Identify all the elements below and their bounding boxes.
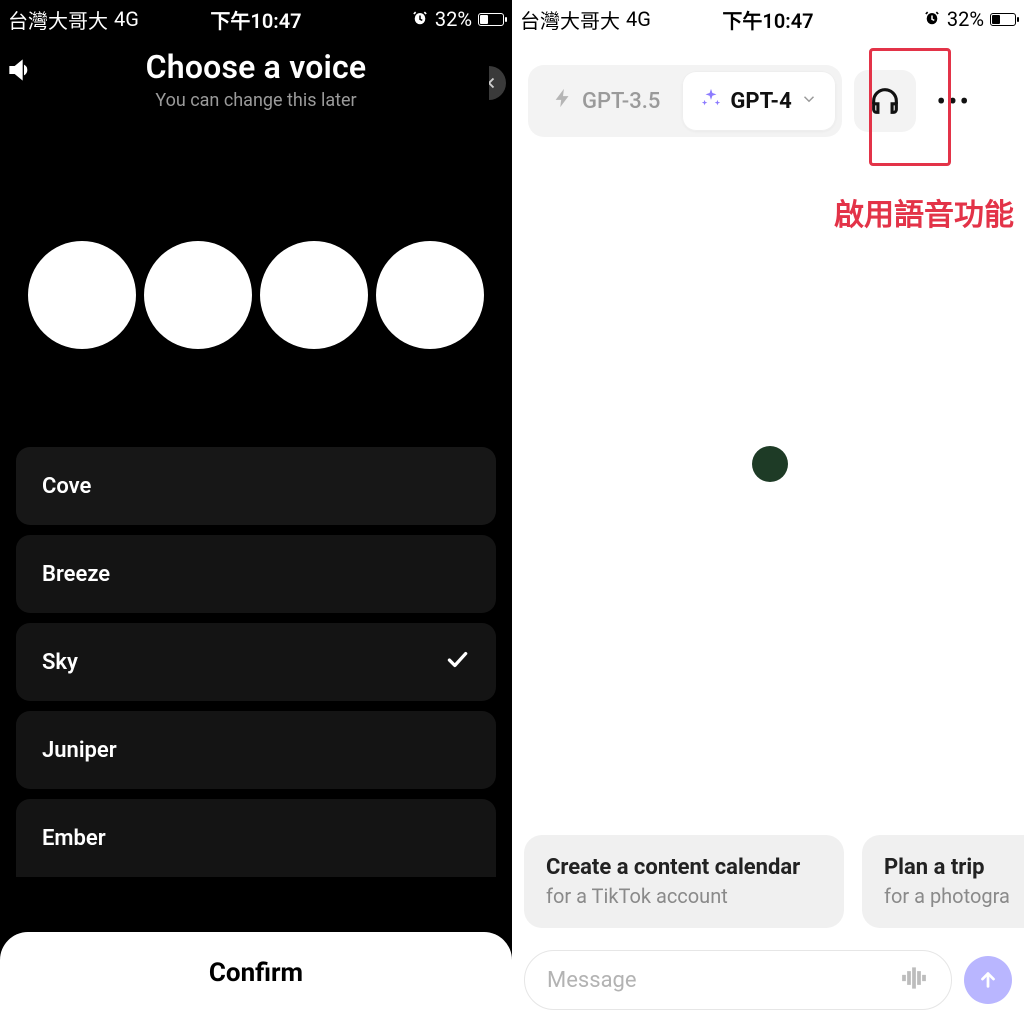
confirm-button[interactable]: Confirm: [0, 932, 512, 1024]
carrier-label: 台灣大哥大: [520, 5, 620, 34]
suggestion-sub: for a TikTok account: [546, 884, 822, 908]
voice-mode-button[interactable]: [854, 70, 916, 132]
waveform-icon[interactable]: [899, 963, 929, 997]
chevron-down-icon: [800, 89, 818, 114]
sparkle-icon: [700, 87, 722, 115]
battery-icon: [990, 13, 1016, 26]
voice-option-ember[interactable]: Ember: [16, 799, 496, 877]
status-bar: 台灣大哥大 4G 下午10:47 32%: [512, 0, 1024, 38]
battery-icon: [478, 13, 504, 26]
battery-percent: 32%: [435, 7, 472, 31]
suggestion-card[interactable]: Create a content calendar for a TikTok a…: [524, 835, 844, 928]
voice-label: Ember: [42, 826, 106, 851]
bolt-icon: [552, 87, 574, 115]
orb: [376, 241, 484, 349]
network-label: 4G: [626, 7, 651, 31]
model-gpt4[interactable]: GPT-4: [682, 71, 835, 131]
suggestion-row: Create a content calendar for a TikTok a…: [524, 835, 1024, 928]
carrier-label: 台灣大哥大: [8, 5, 108, 34]
network-label: 4G: [114, 7, 139, 31]
message-input-bar: Message: [524, 944, 1012, 1016]
alarm-icon: [411, 10, 429, 28]
suggestion-title: Create a content calendar: [546, 855, 822, 880]
voice-label: Juniper: [42, 738, 117, 763]
voice-list: Cove Breeze Sky Juniper Ember: [0, 447, 512, 877]
voice-option-breeze[interactable]: Breeze: [16, 535, 496, 613]
more-button[interactable]: •••: [928, 70, 980, 132]
suggestion-sub: for a photogra: [884, 884, 1024, 908]
model-label: GPT-3.5: [582, 89, 660, 114]
message-input[interactable]: Message: [524, 950, 952, 1010]
orb: [260, 241, 368, 349]
model-switcher: GPT-3.5 GPT-4 •••: [512, 38, 1024, 148]
voice-label: Breeze: [42, 562, 110, 587]
orb: [144, 241, 252, 349]
page-title: Choose a voice: [0, 48, 512, 86]
voice-option-sky[interactable]: Sky: [16, 623, 496, 701]
voice-label: Cove: [42, 474, 91, 499]
battery-percent: 32%: [947, 7, 984, 31]
confirm-label: Confirm: [209, 958, 303, 988]
orb: [28, 241, 136, 349]
model-label: GPT-4: [730, 89, 791, 114]
chat-screen: 台灣大哥大 4G 下午10:47 32% GPT-3.5 GPT-4: [512, 0, 1024, 1024]
annotation-label: 啟用語音功能: [834, 190, 1014, 234]
suggestion-title: Plan a trip: [884, 855, 1024, 880]
alarm-icon: [923, 10, 941, 28]
voice-selection-screen: 台灣大哥大 4G 下午10:47 32% Choose a voice You …: [0, 0, 512, 1024]
status-bar: 台灣大哥大 4G 下午10:47 32%: [0, 0, 512, 38]
message-placeholder: Message: [547, 968, 899, 993]
voice-option-juniper[interactable]: Juniper: [16, 711, 496, 789]
page-subtitle: You can change this later: [0, 90, 512, 111]
suggestion-card[interactable]: Plan a trip for a photogra: [862, 835, 1024, 928]
assistant-avatar: [752, 446, 788, 482]
voice-visualizer: [0, 241, 512, 349]
voice-label: Sky: [42, 650, 78, 675]
checkmark-icon: [444, 646, 470, 678]
voice-option-cove[interactable]: Cove: [16, 447, 496, 525]
model-gpt35[interactable]: GPT-3.5: [534, 71, 678, 131]
speaker-button[interactable]: [0, 50, 40, 90]
send-button[interactable]: [964, 956, 1012, 1004]
